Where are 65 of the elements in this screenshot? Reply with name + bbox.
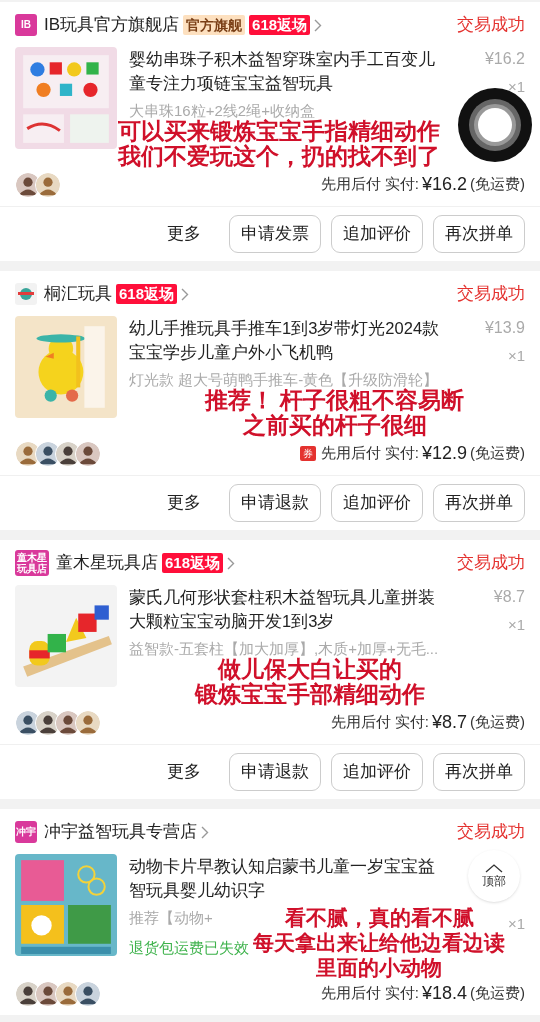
order-status: 交易成功 (457, 14, 525, 37)
product-title[interactable]: 幼儿手推玩具手推车1到3岁带灯光2024款宝宝学步儿童户外小飞机鸭 (129, 316, 447, 364)
shop-logo: 童木星玩具店 (15, 550, 49, 576)
shop-name[interactable]: 冲宇益智玩具专营店 (44, 819, 197, 845)
quantity: ×1 (507, 914, 525, 934)
shipping-note: (免运费) (470, 174, 525, 195)
paid-amount: ¥8.7 (431, 711, 467, 734)
order-action-button[interactable]: 申请退款 (229, 753, 321, 791)
handwritten-note: 锻炼宝宝手部精细动作 (195, 682, 425, 707)
paid-amount: ¥18.4 (421, 982, 467, 1005)
product-title[interactable]: 动物卡片早教认知启蒙书儿童一岁宝宝益智玩具婴儿幼识字 (129, 854, 447, 902)
shipping-note: (免运费) (470, 443, 525, 464)
quantity: ×1 (507, 77, 525, 97)
shop-name[interactable]: 童木星玩具店 (56, 550, 158, 576)
product-variant: 大串珠16粒+2线2绳+收纳盒 (129, 101, 315, 119)
order-action-button[interactable]: 申请发票 (229, 215, 321, 253)
quantity: ×1 (507, 346, 525, 366)
order-action-button[interactable]: 申请退款 (229, 484, 321, 522)
order-action-button[interactable]: 再次拼单 (433, 215, 525, 253)
order-status: 交易成功 (457, 552, 525, 575)
shop-name[interactable]: IB玩具官方旗舰店 (44, 12, 180, 38)
handwritten-note: 推荐！ 杆子很粗不容易断 (205, 388, 465, 413)
handwritten-note: 可以买来锻炼宝宝手指精细动作 (118, 119, 440, 144)
shop-tag: 官方旗舰 (183, 15, 246, 35)
shipping-note: (免运费) (470, 712, 525, 733)
order-action-button[interactable]: 再次拼单 (433, 753, 525, 791)
return-shipping-note: 退货包运费已失效 (129, 938, 249, 958)
handwritten-note: 我们不爱玩这个，扔的找不到了 (118, 144, 440, 169)
shop-logo: IB (15, 14, 37, 36)
handwritten-note: 每天拿出来让给他边看边读 (253, 930, 505, 955)
handwritten-note: 之前买的杆子很细 (242, 413, 427, 438)
order-action-button[interactable]: 追加评价 (331, 215, 423, 253)
promo-tag: 618返场 (116, 284, 178, 304)
paid-amount: ¥16.2 (421, 173, 467, 196)
order-action-button[interactable]: 追加评价 (331, 484, 423, 522)
shipping-note: (免运费) (470, 983, 525, 1004)
promo-tag: 618返场 (249, 15, 311, 35)
promo-tag: 618返场 (162, 553, 224, 573)
product-title[interactable]: 蒙氏几何形状套柱积木益智玩具儿童拼装大颗粒宝宝动脑开发1到3岁 (129, 585, 447, 633)
more-button[interactable]: 更多 (167, 490, 201, 516)
unit-price: ¥13.9 (484, 318, 525, 338)
product-title[interactable]: 婴幼串珠子积木益智穿珠室内手工百变儿童专注力项链宝宝益智玩具 (129, 47, 447, 95)
payment-label: 先用后付 实付: (320, 983, 419, 1004)
order-status: 交易成功 (457, 283, 525, 306)
unit-price: ¥16.2 (484, 49, 525, 69)
handwritten-note: 看不腻，真的看不腻 (284, 905, 474, 930)
payment-label: 先用后付 实付: (330, 712, 429, 733)
paid-amount: ¥12.9 (421, 442, 467, 465)
shop-logo: 冲宇 (15, 821, 37, 843)
shop-name[interactable]: 桐汇玩具 (44, 281, 112, 307)
more-button[interactable]: 更多 (167, 221, 201, 247)
coupon-badge: 券 (299, 446, 316, 461)
more-button[interactable]: 更多 (167, 759, 201, 785)
product-variant: 益智款-五套柱【加大加厚】,木质+加厚+无毛... (129, 639, 439, 657)
payment-label: 先用后付 实付: (320, 443, 419, 464)
product-variant: 推荐【动物+ (129, 908, 213, 928)
order-status: 交易成功 (457, 821, 525, 844)
handwritten-note: 做儿保大白让买的 (218, 657, 402, 682)
handwritten-note: 里面的小动物 (316, 955, 442, 980)
quantity: ×1 (507, 615, 525, 635)
product-variant: 灯光款 超大号萌鸭手推车-黄色【升级防滑轮】 (129, 370, 439, 389)
payment-label: 先用后付 实付: (320, 174, 419, 195)
unit-price: ¥8.7 (493, 587, 525, 607)
order-action-button[interactable]: 再次拼单 (433, 484, 525, 522)
order-action-button[interactable]: 追加评价 (331, 753, 423, 791)
